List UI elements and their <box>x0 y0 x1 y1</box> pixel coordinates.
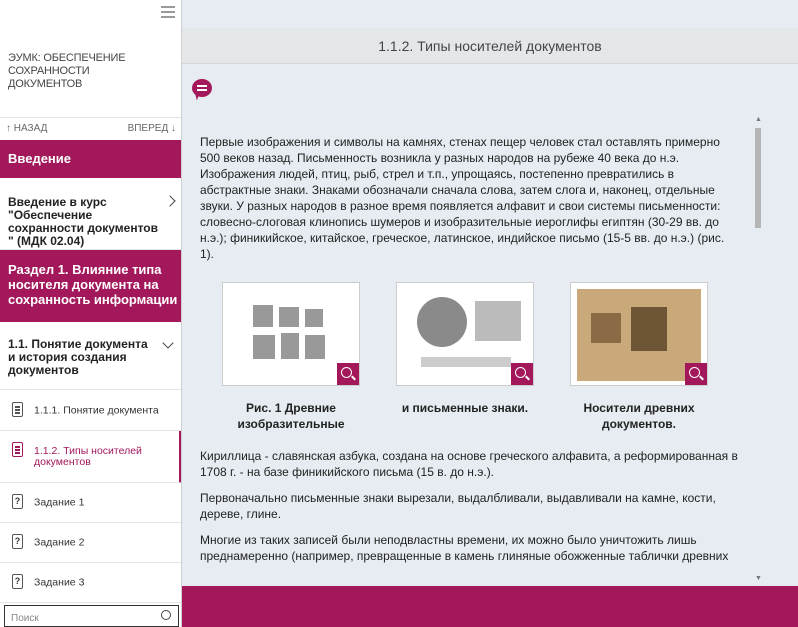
sidebar-item-concept[interactable]: 1.1. Понятие документа и история создани… <box>0 322 181 390</box>
image-thumb <box>305 309 323 327</box>
course-title: ЭУМК: ОБЕСПЕЧЕНИЕ СОХРАННОСТИ ДОКУМЕНТОВ <box>8 52 126 90</box>
app-window: ЭУМК: ОБЕСПЕЧЕНИЕ СОХРАННОСТИ ДОКУМЕНТОВ… <box>0 0 798 627</box>
chat-icon[interactable] <box>192 79 212 97</box>
menu-icon[interactable] <box>161 6 175 18</box>
content-area[interactable]: Первые изображения и символы на камнях, … <box>182 116 760 586</box>
section-label: Раздел 1. Влияние типа носителя документ… <box>8 262 178 307</box>
sidebar-nav: ↑ НАЗАД ВПЕРЕД ↓ <box>0 118 181 140</box>
chevron-down-icon <box>162 337 174 349</box>
sidebar-item-task-3[interactable]: ? Задание 3 <box>0 563 181 603</box>
question-icon: ? <box>12 574 23 589</box>
image-thumb <box>305 335 325 359</box>
scrollbar-thumb[interactable] <box>755 128 761 228</box>
figure-ancient-media[interactable] <box>570 282 708 386</box>
sidebar-item-label: 1.1.2. Типы носителей документов <box>34 444 142 468</box>
back-button[interactable]: ↑ НАЗАД <box>6 123 47 134</box>
image-thumb <box>253 305 273 327</box>
image-thumb <box>417 297 467 347</box>
chevron-right-icon <box>164 195 176 207</box>
scroll-down-icon[interactable]: ▼ <box>755 575 762 582</box>
sidebar-item-course-intro[interactable]: Введение в курс "Обеспечение сохранности… <box>0 178 181 250</box>
image-thumb <box>279 307 299 327</box>
sidebar-item-task-1[interactable]: ? Задание 1 <box>0 483 181 523</box>
sidebar-item-task-2[interactable]: ? Задание 2 <box>0 523 181 563</box>
zoom-icon[interactable] <box>685 363 707 385</box>
figure-written-signs[interactable] <box>396 282 534 386</box>
sidebar-item-label: 1.1. Понятие документа и история создани… <box>8 337 148 377</box>
paragraph: Первые изображения и символы на камнях, … <box>200 135 725 261</box>
question-icon: ? <box>12 534 23 549</box>
scrollbar[interactable]: ▲ ▼ <box>753 116 765 586</box>
figure-caption: Носители древних документов. <box>583 401 695 431</box>
zoom-icon[interactable] <box>511 363 533 385</box>
figure-caption: и письменные знаки. <box>401 401 529 415</box>
sidebar-item-label: Задание 2 <box>34 536 85 548</box>
image-thumb <box>475 301 521 341</box>
search-input[interactable]: Поиск <box>4 605 179 627</box>
paragraph: Многие из таких записей были неподвластн… <box>200 533 729 563</box>
figure-caption: Рис. 1 Древние изобразительные <box>237 401 345 431</box>
paragraph: Кириллица - славянская азбука, создана н… <box>200 449 738 479</box>
image-thumb <box>591 313 621 343</box>
sidebar: ЭУМК: ОБЕСПЕЧЕНИЕ СОХРАННОСТИ ДОКУМЕНТОВ… <box>0 0 182 627</box>
image-thumb <box>631 307 667 351</box>
sidebar-item-label: Задание 3 <box>34 576 85 588</box>
main-area: 1.1.2. Типы носителей документов Первые … <box>182 0 798 627</box>
sidebar-item-label: Задание 1 <box>34 496 85 508</box>
sidebar-item-label: 1.1.1. Понятие документа <box>34 404 159 416</box>
section-intro[interactable]: Введение <box>0 140 181 178</box>
image-thumb <box>253 335 275 359</box>
page-title: 1.1.2. Типы носителей документов <box>378 38 602 54</box>
question-icon: ? <box>12 494 23 509</box>
sidebar-item-media-types[interactable]: 1.1.2. Типы носителей документов <box>0 431 181 483</box>
title-bar: 1.1.2. Типы носителей документов <box>182 28 798 64</box>
zoom-icon[interactable] <box>337 363 359 385</box>
search-placeholder: Поиск <box>11 613 39 624</box>
image-thumb <box>281 333 299 359</box>
search-icon[interactable] <box>161 610 171 620</box>
scroll-up-icon[interactable]: ▲ <box>755 116 762 123</box>
image-thumb <box>421 357 511 367</box>
document-icon <box>12 442 23 457</box>
figure-gallery: Рис. 1 Древние изобразительные и письмен… <box>200 282 760 442</box>
document-icon <box>12 402 23 417</box>
section-part1[interactable]: Раздел 1. Влияние типа носителя документ… <box>0 250 181 322</box>
figure-ancient-signs[interactable] <box>222 282 360 386</box>
forward-button[interactable]: ВПЕРЕД ↓ <box>128 123 176 134</box>
sidebar-item-document-concept[interactable]: 1.1.1. Понятие документа <box>0 391 181 431</box>
bottom-bar <box>182 586 798 627</box>
paragraph: Первоначально письменные знаки вырезали,… <box>200 491 716 521</box>
sidebar-item-label: Введение в курс "Обеспечение сохранности… <box>8 195 159 248</box>
sidebar-header: ЭУМК: ОБЕСПЕЧЕНИЕ СОХРАННОСТИ ДОКУМЕНТОВ <box>0 0 181 118</box>
